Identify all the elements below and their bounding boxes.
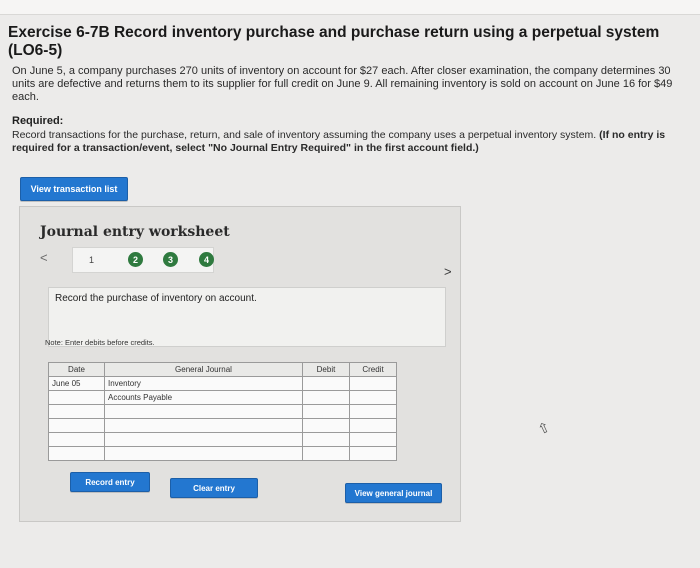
mouse-pointer-icon: ⇧ bbox=[534, 418, 553, 438]
credit-cell[interactable] bbox=[349, 390, 397, 405]
debit-cell[interactable] bbox=[302, 376, 350, 391]
date-cell[interactable] bbox=[48, 432, 105, 447]
clear-entry-button[interactable]: Clear entry bbox=[170, 478, 258, 498]
next-arrow-icon[interactable]: > bbox=[444, 264, 452, 279]
worksheet-title: Journal entry worksheet bbox=[40, 224, 230, 240]
date-cell[interactable]: June 05 bbox=[48, 376, 105, 391]
account-cell[interactable] bbox=[104, 446, 303, 461]
account-cell[interactable] bbox=[104, 404, 303, 419]
instruction-text: Record the purchase of inventory on acco… bbox=[55, 293, 257, 304]
date-cell[interactable] bbox=[48, 390, 105, 405]
top-strip bbox=[0, 0, 700, 15]
table-row bbox=[48, 432, 397, 447]
table-row: Accounts Payable bbox=[48, 390, 397, 405]
general-journal-header: General Journal bbox=[104, 362, 303, 377]
record-entry-button[interactable]: Record entry bbox=[70, 472, 150, 492]
required-instruction: Record transactions for the purchase, re… bbox=[12, 129, 597, 141]
step-1-tab[interactable]: 1 bbox=[84, 252, 99, 267]
credit-cell[interactable] bbox=[349, 432, 397, 447]
table-row bbox=[48, 418, 397, 433]
credit-header: Credit bbox=[349, 362, 397, 377]
credit-cell[interactable] bbox=[349, 404, 397, 419]
debit-cell[interactable] bbox=[302, 390, 350, 405]
account-cell[interactable]: Inventory bbox=[104, 376, 303, 391]
debit-credit-note: Note: Enter debits before credits. bbox=[45, 338, 155, 347]
view-general-journal-button[interactable]: View general journal bbox=[345, 483, 442, 503]
step-3-tab[interactable]: 3 bbox=[163, 252, 178, 267]
date-cell[interactable] bbox=[48, 418, 105, 433]
credit-cell[interactable] bbox=[349, 418, 397, 433]
credit-cell[interactable] bbox=[349, 446, 397, 461]
date-header: Date bbox=[48, 362, 105, 377]
journal-table: Date General Journal Debit Credit June 0… bbox=[48, 362, 397, 461]
table-row bbox=[48, 404, 397, 419]
debit-cell[interactable] bbox=[302, 404, 350, 419]
required-text: Record transactions for the purchase, re… bbox=[12, 129, 688, 155]
exercise-title: Exercise 6-7B Record inventory purchase … bbox=[8, 24, 660, 59]
journal-entry-worksheet: Journal entry worksheet < 1 2 3 4 > Reco… bbox=[19, 206, 461, 522]
exercise-description: On June 5, a company purchases 270 units… bbox=[12, 65, 673, 103]
table-row bbox=[48, 446, 397, 461]
debit-cell[interactable] bbox=[302, 418, 350, 433]
credit-cell[interactable] bbox=[349, 376, 397, 391]
step-4-tab[interactable]: 4 bbox=[199, 252, 214, 267]
required-heading: Required: bbox=[12, 115, 64, 127]
debit-cell[interactable] bbox=[302, 446, 350, 461]
debit-header: Debit bbox=[302, 362, 350, 377]
table-row: June 05 Inventory bbox=[48, 376, 397, 391]
step-2-tab[interactable]: 2 bbox=[128, 252, 143, 267]
account-cell[interactable] bbox=[104, 418, 303, 433]
date-cell[interactable] bbox=[48, 446, 105, 461]
account-cell[interactable]: Accounts Payable bbox=[104, 390, 303, 405]
debit-cell[interactable] bbox=[302, 432, 350, 447]
account-cell[interactable] bbox=[104, 432, 303, 447]
view-transaction-list-button[interactable]: View transaction list bbox=[20, 177, 128, 201]
prev-arrow-icon[interactable]: < bbox=[40, 250, 48, 265]
date-cell[interactable] bbox=[48, 404, 105, 419]
